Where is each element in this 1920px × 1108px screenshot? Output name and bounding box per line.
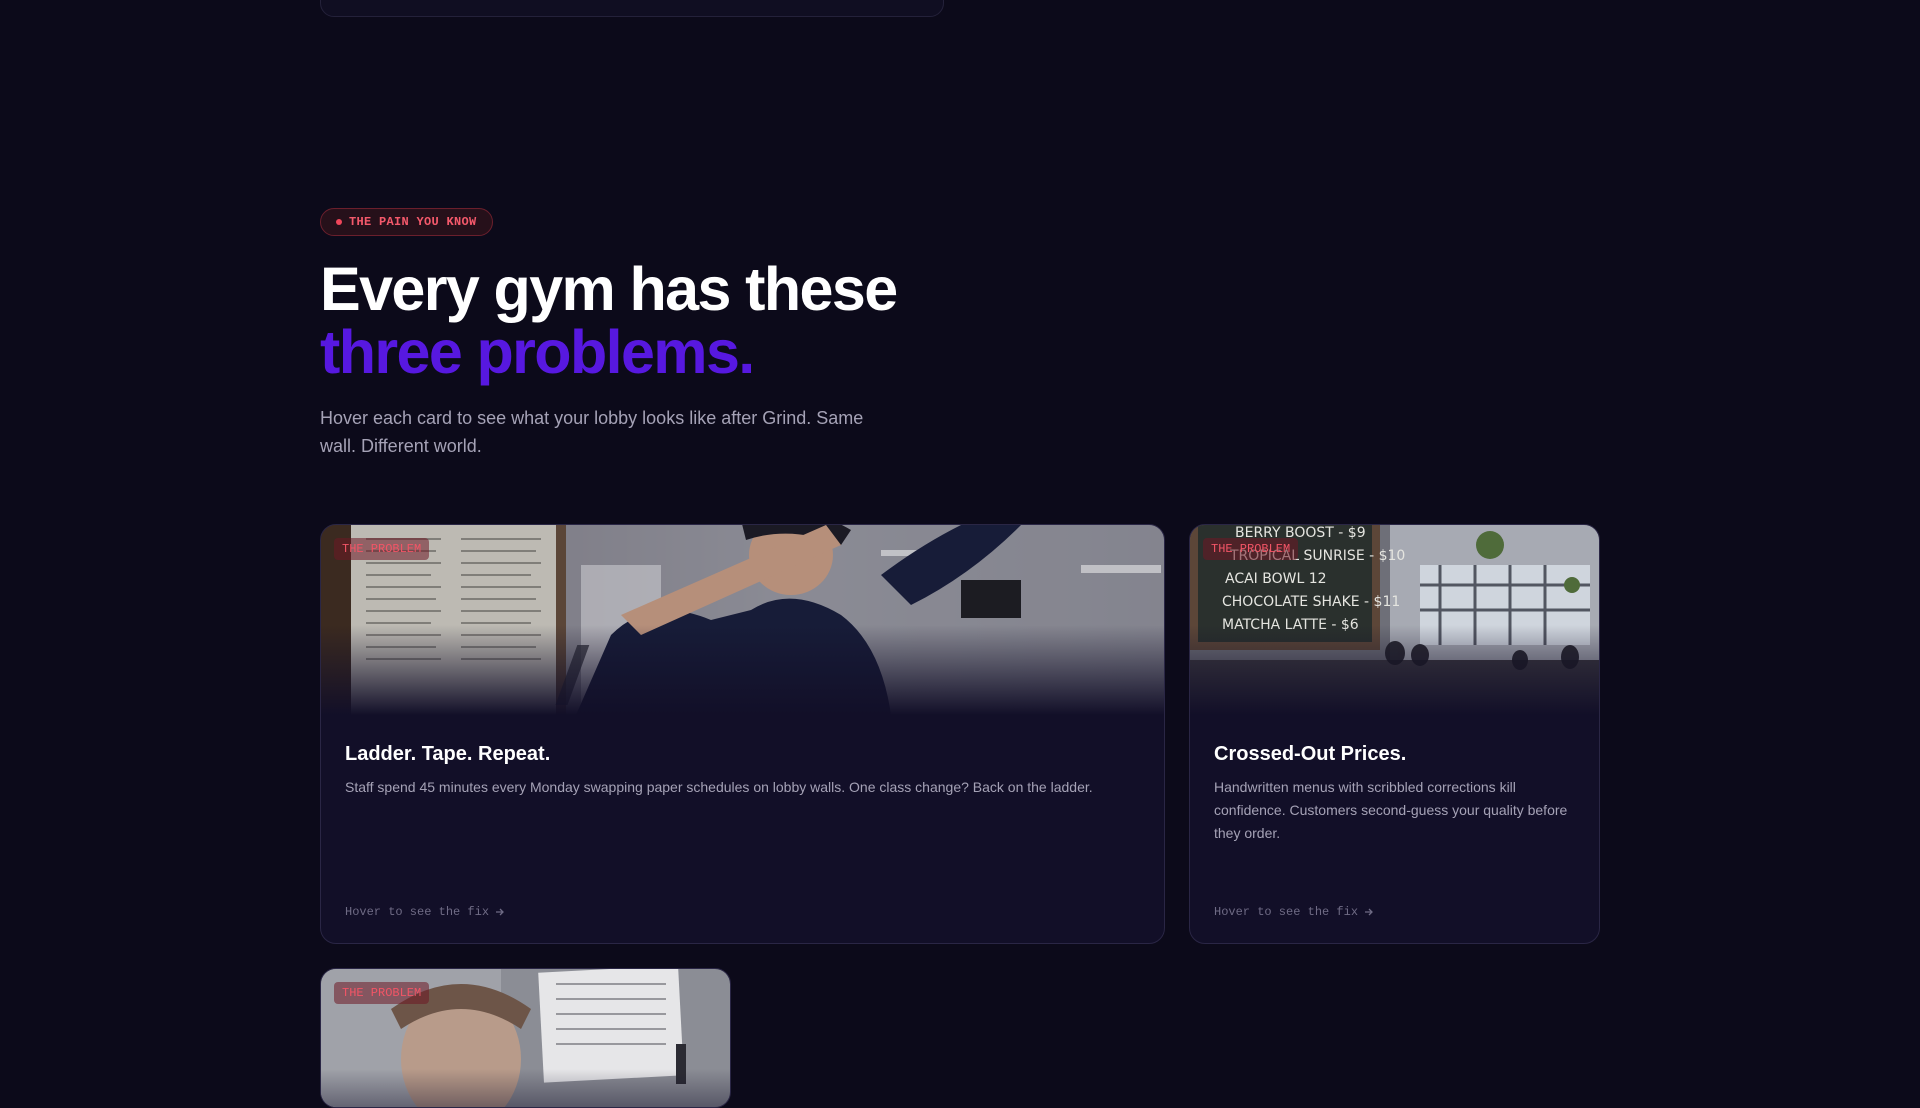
problem-card-schedules[interactable]: THE PROBLEM Ladder. Tape. Repeat. Staff … — [320, 524, 1165, 944]
menu-line-5: MATCHA LATTE - $6 — [1222, 617, 1359, 633]
card-image-schedules — [321, 525, 1164, 715]
problem-card-printed-schedule[interactable]: THE PROBLEM — [320, 968, 731, 1108]
staff-taping-schedules-image — [321, 525, 1164, 715]
menu-line-4: CHOCOLATE SHAKE - $11 — [1222, 594, 1400, 610]
section-title: Every gym has these three problems. — [320, 255, 898, 386]
hover-hint: Hover to see the fix — [345, 905, 505, 919]
problem-card-menus[interactable]: BERRY BOOST - $9 TROPICAL SUNRISE - $10 … — [1189, 524, 1600, 944]
previous-section-card — [320, 0, 944, 17]
card-title: Ladder. Tape. Repeat. — [345, 743, 551, 765]
hover-hint: Hover to see the fix — [1214, 905, 1374, 919]
section-eyebrow-badge: THE PAIN YOU KNOW — [320, 208, 493, 236]
card-description: Staff spend 45 minutes every Monday swap… — [345, 779, 1093, 795]
problem-tag: THE PROBLEM — [334, 982, 430, 1004]
card-description: Handwritten menus with scribbled correct… — [1214, 779, 1568, 841]
hover-hint-label: Hover to see the fix — [1214, 905, 1359, 919]
problem-tag: THE PROBLEM — [334, 538, 430, 560]
section-title-highlight: three problems. — [320, 318, 755, 386]
section-title-line-1: Every gym has these — [320, 255, 898, 323]
status-dot-icon — [336, 219, 342, 225]
arrow-right-icon — [1365, 908, 1373, 916]
arrow-right-icon — [496, 908, 504, 916]
problem-tag: THE PROBLEM — [1203, 538, 1299, 560]
card-title: Crossed-Out Prices. — [1214, 743, 1407, 765]
menu-line-3: ACAI BOWL 12 — [1225, 571, 1327, 587]
section-description: Hover each card to see what your lobby l… — [320, 408, 864, 456]
section-eyebrow-label: THE PAIN YOU KNOW — [349, 215, 477, 229]
hover-hint-label: Hover to see the fix — [345, 905, 490, 919]
